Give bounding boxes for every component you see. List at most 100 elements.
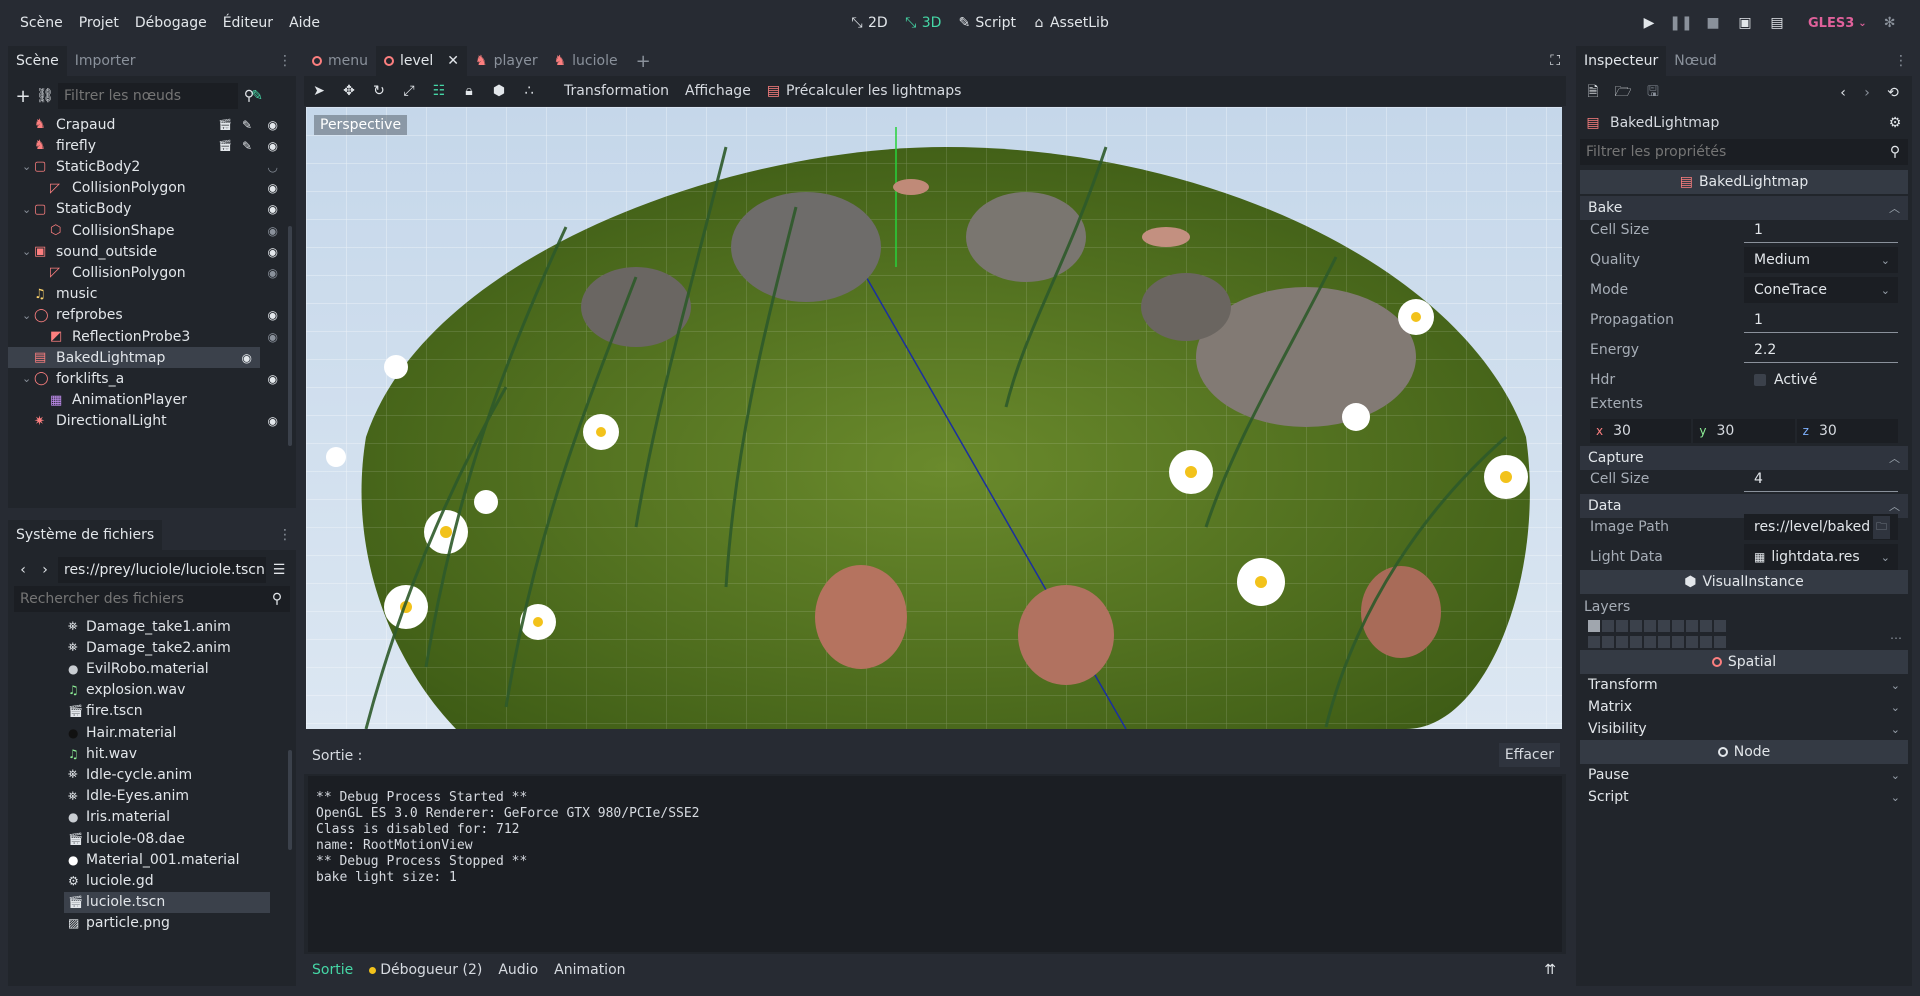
visibility-eye-icon[interactable]: ◉ xyxy=(268,308,278,322)
path-field[interactable]: res://prey/luciole/luciole.tscn xyxy=(58,557,266,583)
tree-item[interactable]: ⌄ ▣ sound_outside ◉ xyxy=(8,241,286,262)
history-icon[interactable]: ⟲ xyxy=(1884,84,1902,102)
section-transform[interactable]: Transform ⌄ xyxy=(1580,674,1908,696)
visibility-eye-icon[interactable]: ◉ xyxy=(268,372,278,386)
hdr-checkbox[interactable]: Activé xyxy=(1744,367,1898,393)
file-item[interactable]: ● EvilRobo.material xyxy=(8,658,286,679)
tab-player[interactable]: ♞ player xyxy=(467,46,546,76)
history-back-icon[interactable]: ‹ xyxy=(1834,84,1852,102)
file-search-input[interactable] xyxy=(14,586,254,612)
file-item[interactable]: ● Material_001.material xyxy=(8,849,286,870)
file-item[interactable]: ▨ particle.png xyxy=(8,913,286,934)
file-item[interactable]: ♫ hit.wav xyxy=(8,743,286,764)
chevron-down-icon[interactable]: ⌄ xyxy=(22,245,31,258)
select-tool-icon[interactable]: ➤ xyxy=(304,78,334,104)
property-filter-input[interactable] xyxy=(1580,139,1870,165)
visibility-eye-icon[interactable]: ◉ xyxy=(268,245,278,259)
menu-project[interactable]: Projet xyxy=(71,15,127,31)
file-item[interactable]: ⛯ Idle-cycle.anim xyxy=(8,764,286,785)
visibility-eye-icon[interactable]: ◉ xyxy=(268,224,278,238)
tab-audio[interactable]: Audio xyxy=(490,962,546,978)
mode-2d-button[interactable]: ⤡ 2D xyxy=(850,14,887,32)
script-icon[interactable]: ✎ xyxy=(242,139,252,153)
play-scene-icon[interactable]: ▣ xyxy=(1736,14,1754,32)
tab-import[interactable]: Importer xyxy=(67,46,144,76)
stop-icon[interactable]: ■ xyxy=(1704,14,1722,32)
tree-item[interactable]: ♞ Crapaud 🎬︎ ✎ ◉ xyxy=(8,114,286,135)
snap-icon[interactable]: ∴ xyxy=(514,78,544,104)
lock-icon[interactable]: 🔒︎ xyxy=(454,78,484,104)
instance-icon[interactable]: 🎬︎ xyxy=(218,118,232,131)
chevron-down-icon[interactable]: ⌄ xyxy=(22,372,31,385)
list-view-icon[interactable]: ☰ xyxy=(270,561,288,579)
tab-level[interactable]: level ✕ xyxy=(376,46,468,76)
file-item[interactable]: ● Hair.material xyxy=(8,722,286,743)
tree-item[interactable]: ✷ DirectionalLight ◉ xyxy=(8,411,286,432)
tree-item[interactable]: ▦ AnimationPlayer xyxy=(8,390,286,411)
menu-debug[interactable]: Débogage xyxy=(127,15,215,31)
expand-panel-icon[interactable]: ⇈ xyxy=(1544,962,1556,978)
link-icon[interactable]: ⛓ xyxy=(36,87,54,105)
dock-menu-icon[interactable]: ⋮ xyxy=(278,527,292,543)
section-visibility[interactable]: Visibility ⌄ xyxy=(1580,718,1908,740)
propagation-slider[interactable]: 1 xyxy=(1744,307,1898,333)
mode-select[interactable]: ConeTrace ⌄ xyxy=(1744,277,1898,303)
tab-filesystem[interactable]: Système de fichiers xyxy=(8,520,163,550)
section-matrix[interactable]: Matrix ⌄ xyxy=(1580,696,1908,718)
energy-slider[interactable]: 2.2 xyxy=(1744,337,1898,363)
visibility-eye-icon[interactable]: ◉ xyxy=(268,330,278,344)
history-forward-icon[interactable]: › xyxy=(1858,84,1876,102)
mode-assetlib-button[interactable]: ⌂ AssetLib xyxy=(1032,14,1109,32)
transform-menu[interactable]: Transformation xyxy=(556,83,677,99)
dock-menu-icon[interactable]: ⋮ xyxy=(278,53,292,69)
menu-scene[interactable]: Scène xyxy=(12,15,71,31)
menu-editor[interactable]: Éditeur xyxy=(215,15,281,31)
fullscreen-icon[interactable]: ⛶ xyxy=(1550,53,1560,69)
tab-luciole[interactable]: ♞ luciole xyxy=(546,46,626,76)
chevron-down-icon[interactable]: ⌄ xyxy=(22,309,31,322)
tree-item[interactable]: ♞ firefly 🎬︎ ✎ ◉ xyxy=(8,135,286,156)
menu-help[interactable]: Aide xyxy=(281,15,328,31)
node-filter-input[interactable] xyxy=(58,83,238,109)
tab-output[interactable]: Sortie xyxy=(304,962,361,978)
tab-menu[interactable]: menu xyxy=(304,46,376,76)
file-item[interactable]: 🎬︎ fire.tscn xyxy=(8,701,286,722)
extents-y-field[interactable]: y 30 xyxy=(1693,419,1795,443)
move-tool-icon[interactable]: ✥ xyxy=(334,78,364,104)
tree-item[interactable]: ⌄ ▢ StaticBody ◉ xyxy=(8,199,286,220)
file-item[interactable]: ⛯ Damage_take1.anim xyxy=(8,616,286,637)
file-item[interactable]: ⛯ Damage_take2.anim xyxy=(8,637,286,658)
visibility-eye-icon[interactable]: ◉ xyxy=(268,139,278,153)
tree-item[interactable]: ⌄ ▢ StaticBody2 ◡ xyxy=(8,156,286,177)
back-icon[interactable]: ‹ xyxy=(14,561,32,579)
chevron-down-icon[interactable]: ⌄ xyxy=(22,160,31,173)
play-custom-scene-icon[interactable]: ▤ xyxy=(1768,14,1786,32)
visibility-eye-icon[interactable]: ◉ xyxy=(268,266,278,280)
light-data-resource[interactable]: ▦ lightdata.res ⌄ xyxy=(1744,544,1898,570)
tab-animation[interactable]: Animation xyxy=(546,962,633,978)
file-item[interactable]: ⚙ luciole.gd xyxy=(8,870,286,891)
visibility-eye-icon[interactable]: ◉ xyxy=(242,351,252,365)
visibility-eye-icon[interactable]: ◉ xyxy=(268,181,278,195)
dock-menu-icon[interactable]: ⋮ xyxy=(1894,53,1908,69)
section-script[interactable]: Script ⌄ xyxy=(1580,786,1908,808)
folder-icon[interactable]: 🗀︎ xyxy=(1873,515,1890,539)
view-menu[interactable]: Affichage xyxy=(677,83,759,99)
rotate-tool-icon[interactable]: ↻ xyxy=(364,78,394,104)
file-item[interactable]: 🎬︎ luciole.tscn xyxy=(64,891,270,913)
cell-size-field[interactable]: 1 xyxy=(1744,217,1898,243)
new-resource-icon[interactable]: 🗎︎ xyxy=(1584,84,1602,102)
open-folder-icon[interactable]: 🗁︎ xyxy=(1614,84,1632,102)
section-pause[interactable]: Pause ⌄ xyxy=(1580,764,1908,786)
quality-select[interactable]: Medium ⌄ xyxy=(1744,247,1898,273)
capture-cell-size-field[interactable]: 4 xyxy=(1744,466,1898,492)
tab-scene[interactable]: Scène xyxy=(8,46,67,76)
tab-node[interactable]: Nœud xyxy=(1666,46,1725,76)
perspective-label[interactable]: Perspective xyxy=(314,115,408,135)
save-icon[interactable]: 🖫︎ xyxy=(1644,84,1662,102)
extents-z-field[interactable]: z 30 xyxy=(1796,419,1898,443)
renderer-select[interactable]: GLES3 ⌄ xyxy=(1808,16,1867,31)
visibility-eye-icon[interactable]: ◉ xyxy=(268,414,278,428)
visibility-eye-icon[interactable]: ◡ xyxy=(268,160,278,174)
chevron-down-icon[interactable]: ⌄ xyxy=(22,203,31,216)
